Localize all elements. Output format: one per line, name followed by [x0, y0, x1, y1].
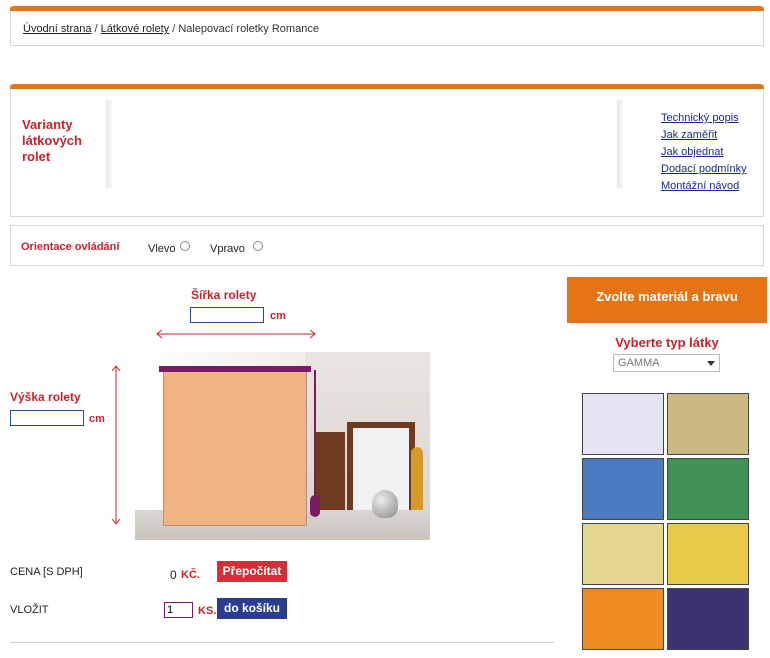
chevron-down-icon [707, 361, 715, 366]
kettle [372, 490, 398, 518]
price-value: 0 [170, 568, 177, 582]
link-how-to-measure[interactable]: Jak zaměřit [661, 127, 747, 144]
variants-top-bar [10, 84, 764, 89]
orientation-label: Orientace ovládání [21, 241, 120, 253]
blind-fabric-preview [163, 368, 307, 526]
orientation-box: Orientace ovládání Vlevo Vpravo [10, 225, 764, 266]
orientation-right-radio[interactable] [252, 241, 263, 251]
add-to-cart-button[interactable]: do košíku [217, 598, 287, 619]
link-installation-guide[interactable]: Montážní návod [661, 178, 747, 195]
link-how-to-order[interactable]: Jak objednat [661, 144, 747, 161]
material-header: Zvolte materiál a bravu [567, 277, 767, 323]
swatch-green[interactable] [667, 458, 749, 520]
orientation-right-label: Vpravo [210, 243, 245, 255]
width-unit: cm [270, 310, 286, 322]
fabric-type-select[interactable]: GAMMA [613, 354, 720, 372]
roller-blind-preview [135, 352, 430, 540]
variants-divider-left [106, 100, 112, 188]
variants-divider-right [617, 100, 623, 188]
bottom-divider [10, 642, 554, 643]
orientation-left-radio[interactable] [179, 241, 190, 251]
recalculate-button[interactable]: Přepočítat [217, 561, 287, 582]
swatch-blue[interactable] [582, 458, 664, 520]
height-unit: cm [89, 413, 105, 425]
price-label: CENA [S DPH] [10, 566, 83, 578]
price-currency: KČ. [181, 569, 200, 581]
cart-label: VLOŽIT [10, 604, 49, 616]
swatch-yellow[interactable] [667, 523, 749, 585]
breadcrumb-separator: / [91, 23, 101, 35]
fabric-swatch-grid [581, 392, 751, 652]
variants-box: Varianty látkových rolet Technický popis… [10, 84, 764, 217]
info-links: Technický popis Jak zaměřit Jak objednat… [661, 110, 747, 195]
swatch-dark-purple[interactable] [667, 588, 749, 650]
width-input[interactable] [190, 307, 264, 323]
orientation-left-label: Vlevo [148, 243, 176, 255]
breadcrumb-home-link[interactable]: Úvodní strana [23, 23, 91, 35]
height-arrow [111, 365, 121, 525]
height-label: Výška rolety [10, 390, 81, 404]
blind-top-bar [159, 366, 311, 372]
breadcrumb-current: Nalepovací roletky Romance [178, 23, 319, 35]
fabric-type-title: Vyberte typ látky [615, 335, 719, 350]
blind-cord [314, 370, 316, 505]
breadcrumb: Úvodní strana / Látkové rolety / Nalepov… [23, 23, 319, 35]
variants-title: Varianty látkových rolet [22, 117, 82, 164]
quantity-unit: KS. [198, 605, 217, 617]
breadcrumb-top-bar [10, 6, 764, 11]
swatch-orange[interactable] [582, 588, 664, 650]
link-delivery-terms[interactable]: Dodací podmínky [661, 161, 747, 178]
width-label: Šířka rolety [191, 288, 257, 302]
room-vase [411, 447, 423, 517]
width-arrow [156, 329, 316, 339]
link-technical-description[interactable]: Technický popis [661, 110, 747, 127]
swatch-light-yellow[interactable] [582, 523, 664, 585]
breadcrumb-category-link[interactable]: Látkové rolety [101, 23, 169, 35]
swatch-khaki[interactable] [667, 393, 749, 455]
fabric-type-selected: GAMMA [618, 357, 660, 369]
orientation-right-option[interactable]: Vpravo [210, 241, 263, 255]
height-input[interactable] [10, 410, 84, 426]
quantity-input[interactable] [164, 602, 193, 618]
blind-cord-handle [310, 495, 320, 517]
breadcrumb-separator: / [169, 23, 179, 35]
orientation-left-option[interactable]: Vlevo [148, 241, 190, 255]
breadcrumb-box: Úvodní strana / Látkové rolety / Nalepov… [10, 6, 764, 46]
swatch-light-lavender[interactable] [582, 393, 664, 455]
